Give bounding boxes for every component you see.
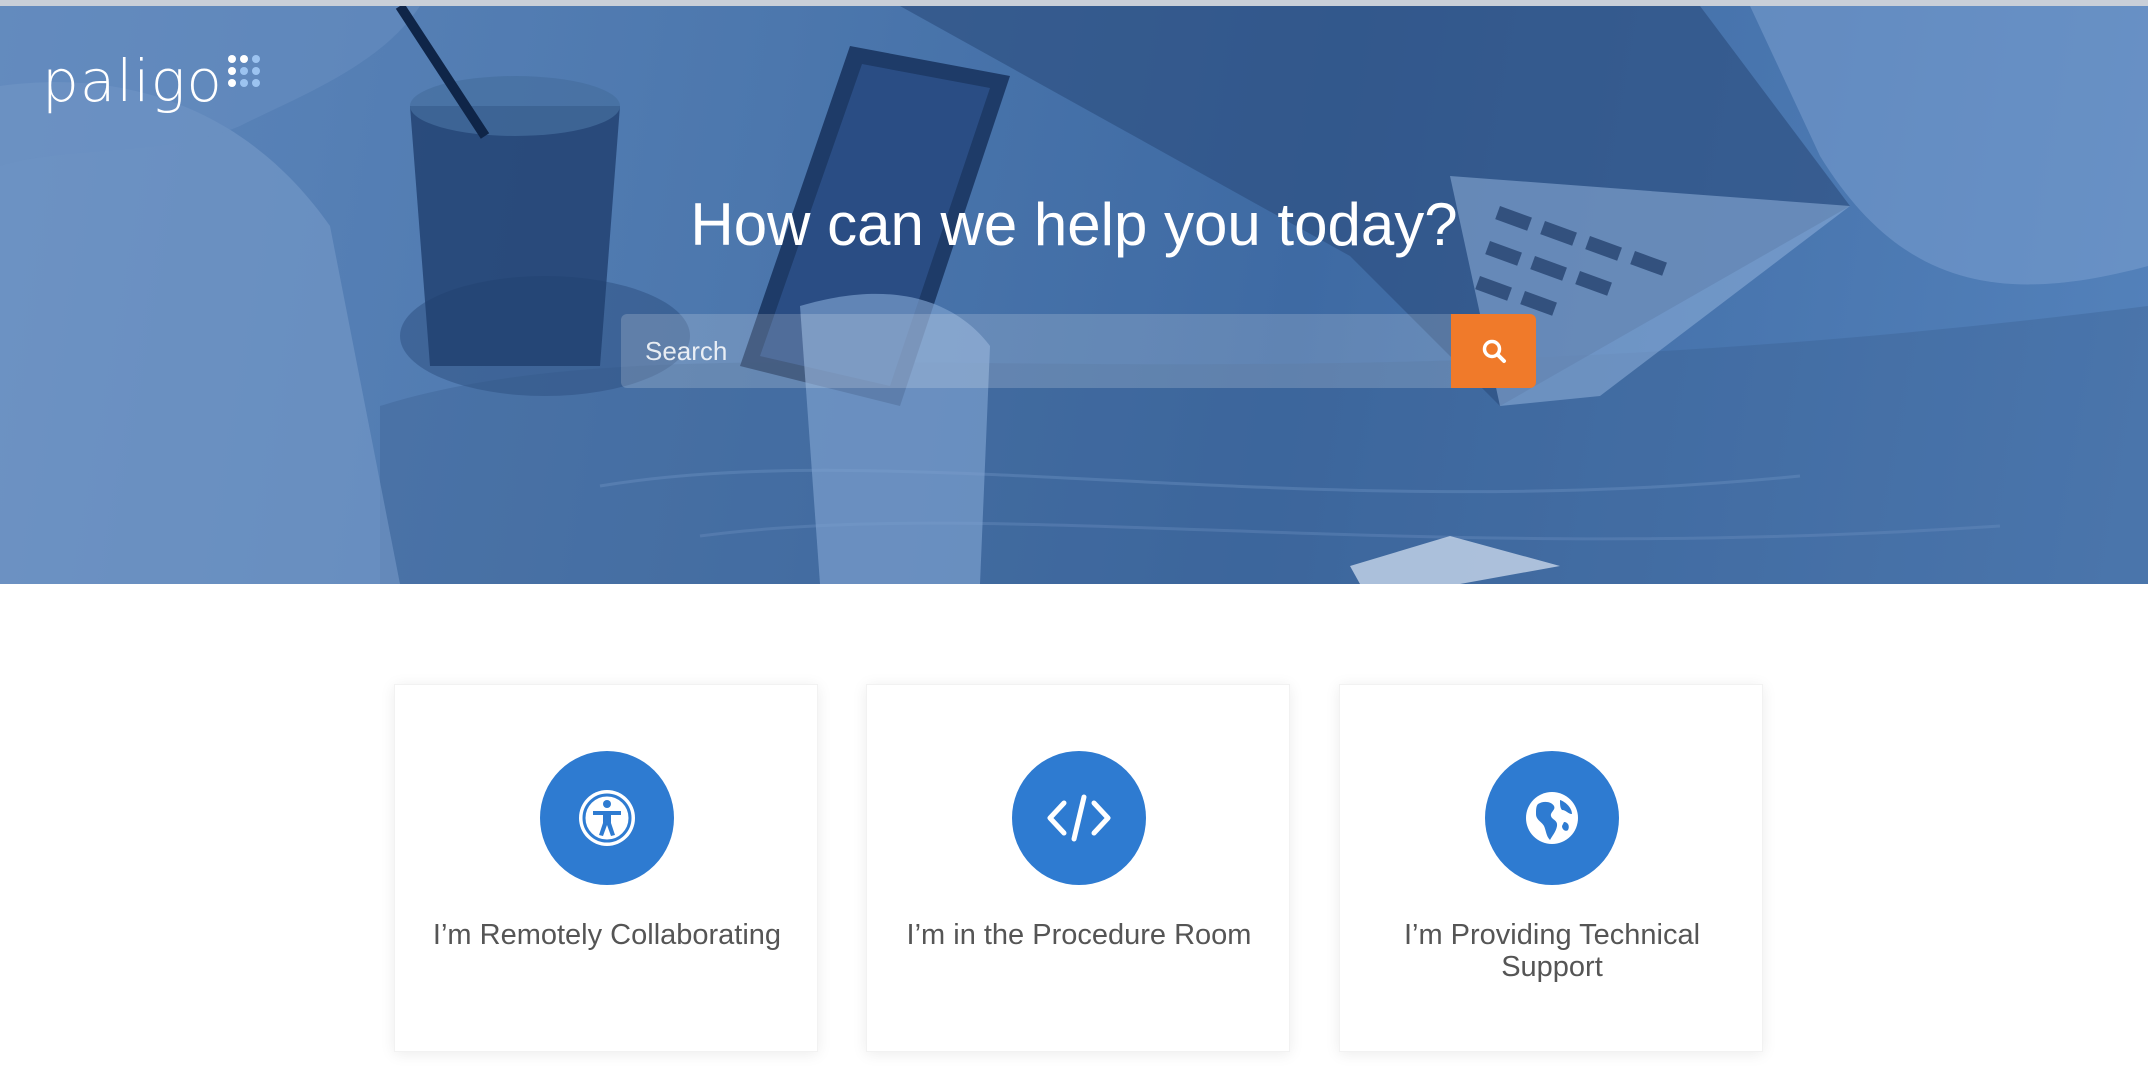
code-icon: [1047, 794, 1111, 842]
hero-banner: paligo How can we help you today?: [0, 6, 2148, 584]
logo-text: paligo: [42, 47, 223, 115]
card-procedure-room[interactable]: I’m in the Procedure Room: [866, 684, 1290, 1052]
search-icon: [1482, 339, 1506, 363]
card-technical-support[interactable]: I’m Providing Technical Support: [1339, 684, 1763, 1052]
card-icon-circle: [1485, 751, 1619, 885]
paligo-logo[interactable]: paligo: [42, 52, 261, 110]
card-label: I’m Remotely Collaborating: [432, 919, 782, 951]
globe-icon: [1526, 792, 1578, 844]
card-icon-circle: [1012, 751, 1146, 885]
topic-cards: I’m Remotely Collaborating I’m in the Pr…: [0, 684, 2148, 1054]
logo-dots-icon: [227, 55, 260, 87]
card-label: I’m in the Procedure Room: [906, 919, 1252, 951]
card-label: I’m Providing Technical Support: [1403, 919, 1701, 983]
hero-title: How can we help you today?: [690, 191, 1458, 258]
search-bar: [621, 314, 1536, 388]
hero-background-image: [0, 6, 2148, 584]
search-input[interactable]: [621, 314, 1451, 388]
card-remotely-collaborating[interactable]: I’m Remotely Collaborating: [394, 684, 818, 1052]
card-icon-circle: [540, 751, 674, 885]
accessibility-icon: [579, 790, 635, 846]
search-button[interactable]: [1451, 314, 1536, 388]
